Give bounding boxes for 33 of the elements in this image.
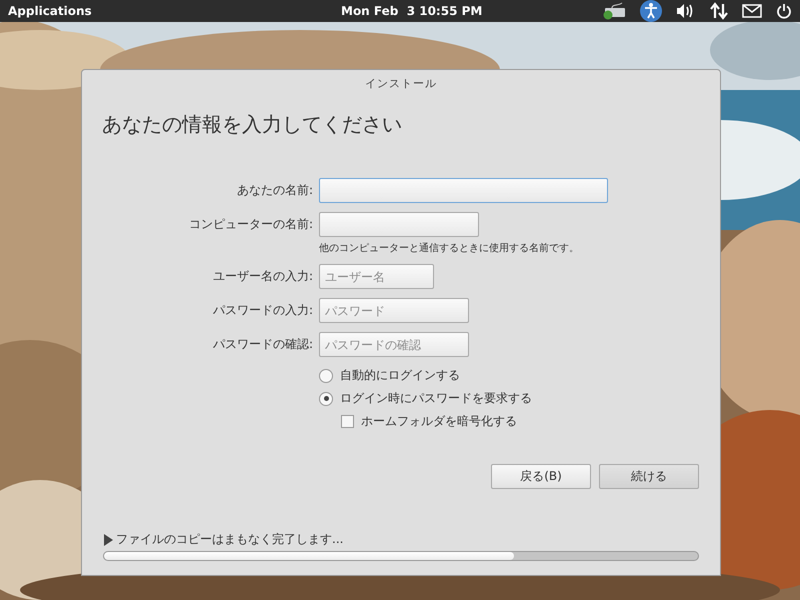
- input-field[interactable]: パスワード: [319, 298, 469, 323]
- network-icon[interactable]: [710, 2, 728, 20]
- field-label: パスワードの入力:: [212, 302, 313, 319]
- checkbox-option[interactable]: ホームフォルダを暗号化する: [341, 413, 720, 430]
- option-label: 自動的にログインする: [340, 367, 460, 384]
- dialog-button[interactable]: 続ける: [599, 464, 699, 489]
- input-field[interactable]: [319, 178, 608, 203]
- radio-option[interactable]: 自動的にログインする: [319, 367, 720, 384]
- radio-button[interactable]: [319, 392, 333, 406]
- radio-button[interactable]: [319, 368, 333, 382]
- input-field[interactable]: パスワードの確認: [319, 332, 469, 357]
- applications-menu[interactable]: Applications: [0, 4, 100, 18]
- clock[interactable]: Mon Feb 3 10:55 PM: [341, 4, 482, 18]
- input-field[interactable]: ユーザー名: [319, 264, 434, 289]
- power-icon[interactable]: [776, 3, 792, 19]
- hint-text: 他のコンピューターと通信するときに使用する名前です。: [319, 242, 579, 255]
- field-label: パスワードの確認:: [212, 336, 313, 353]
- field-label: コンピューターの名前:: [188, 216, 313, 233]
- field-label: あなたの名前:: [236, 182, 313, 199]
- radio-option[interactable]: ログイン時にパスワードを要求する: [319, 390, 720, 407]
- option-label: ログイン時にパスワードを要求する: [340, 390, 532, 407]
- mail-icon[interactable]: [742, 4, 762, 18]
- expander-icon[interactable]: [103, 534, 113, 546]
- field-label: ユーザー名の入力:: [212, 268, 313, 285]
- input-field[interactable]: [319, 212, 479, 237]
- dialog-button[interactable]: 戻る(B): [491, 464, 591, 489]
- window-title: インストール: [364, 76, 438, 91]
- page-heading: あなたの情報を入力してください: [102, 111, 403, 138]
- keyboard-icon[interactable]: [602, 2, 626, 20]
- option-label: ホームフォルダを暗号化する: [361, 413, 517, 430]
- progress-label: ファイルのコピーはまもなく完了します...: [116, 531, 344, 548]
- accessibility-icon[interactable]: [640, 0, 662, 22]
- checkbox[interactable]: [341, 415, 354, 428]
